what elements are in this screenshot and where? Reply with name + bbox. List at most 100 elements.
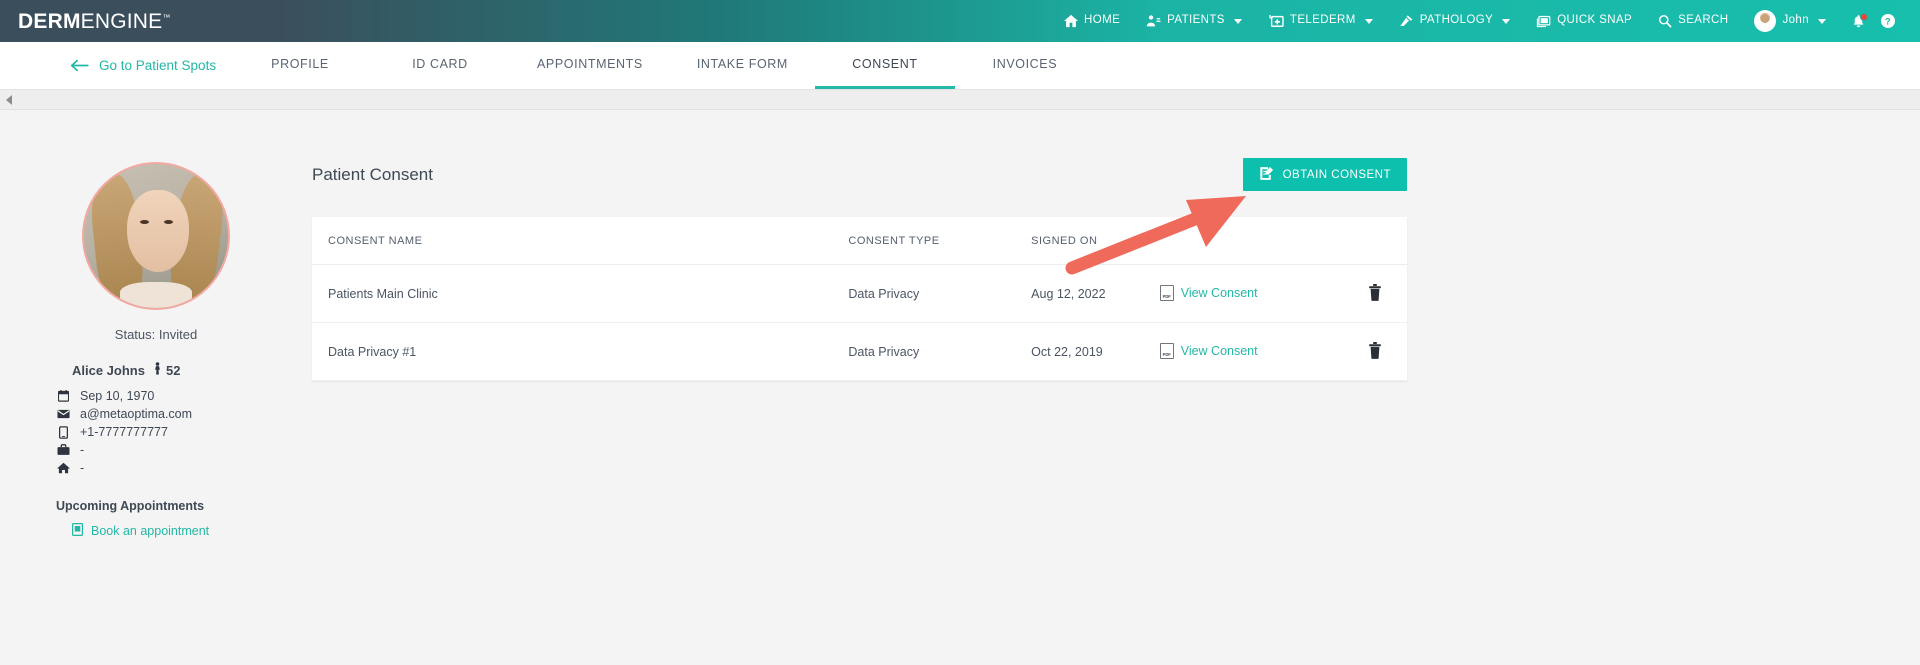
table-row[interactable]: Data Privacy #1 Data Privacy Oct 22, 201… <box>312 322 1407 381</box>
nav-item-home[interactable]: HOME <box>1051 0 1133 42</box>
help-icon: ? <box>1880 13 1896 29</box>
nav-label-telederm: TELEDERM <box>1289 14 1356 27</box>
tab-label: CONSENT <box>852 57 918 71</box>
user-menu[interactable]: John <box>1741 0 1839 42</box>
pdf-icon <box>1159 342 1174 359</box>
nav-label-pathology: PATHOLOGY <box>1419 14 1494 27</box>
consent-table-body: Patients Main Clinic Data Privacy Aug 12… <box>312 264 1407 381</box>
tabs: PROFILE ID CARD APPOINTMENTS INTAKE FORM… <box>230 42 1095 89</box>
patient-tab-bar: Go to Patient Spots PROFILE ID CARD APPO… <box>0 42 1920 90</box>
appointment-book-icon <box>71 522 84 539</box>
tab-intake-form[interactable]: INTAKE FORM <box>670 42 815 89</box>
cell-signed-on: Oct 22, 2019 <box>1031 322 1160 381</box>
calendar-icon <box>56 390 70 402</box>
obtain-consent-label: OBTAIN CONSENT <box>1282 168 1391 181</box>
cell-view-consent: View Consent <box>1159 322 1344 381</box>
patient-home: - <box>80 461 85 475</box>
table-row[interactable]: Patients Main Clinic Data Privacy Aug 12… <box>312 264 1407 323</box>
tab-profile[interactable]: PROFILE <box>230 42 370 89</box>
patient-work: - <box>80 443 85 457</box>
arrow-left-icon <box>70 59 89 72</box>
home-address-icon <box>56 462 70 474</box>
patient-home-row: - <box>56 459 256 477</box>
book-appointment-link[interactable]: Book an appointment <box>56 522 256 539</box>
camera-icon <box>1536 14 1551 28</box>
view-consent-label: View Consent <box>1180 285 1258 300</box>
notifications-button[interactable] <box>1839 0 1878 42</box>
upcoming-appointments-title: Upcoming Appointments <box>56 499 205 513</box>
patient-sidebar: Status: Invited Alice Johns 52 Sep 10, 1… <box>0 110 312 665</box>
table-header-row: CONSENT NAME CONSENT TYPE SIGNED ON <box>312 217 1407 265</box>
patient-email: a@metaoptima.com <box>80 407 193 421</box>
patient-info-block: Alice Johns 52 Sep 10, 1970 a@metaoptima… <box>56 362 256 539</box>
tab-label: PROFILE <box>271 57 329 71</box>
view-consent-label: View Consent <box>1180 343 1258 358</box>
delete-consent-button[interactable] <box>1368 342 1382 362</box>
nav-label-search: SEARCH <box>1678 14 1729 27</box>
logo-bold: DERM <box>18 9 81 33</box>
nav-item-patients[interactable]: PATIENTS <box>1133 0 1255 42</box>
chevron-down-icon <box>1364 18 1373 24</box>
nav-label-patients: PATIENTS <box>1167 14 1225 27</box>
nav-item-quick-snap[interactable]: QUICK SNAP <box>1523 0 1645 42</box>
pathology-icon <box>1399 14 1414 28</box>
patient-phone: +1-7777777777 <box>80 425 168 439</box>
tab-label: INTAKE FORM <box>696 57 788 71</box>
patient-name-row: Alice Johns 52 <box>56 362 256 378</box>
help-button[interactable]: ? <box>1878 0 1906 42</box>
tab-invoices[interactable]: INVOICES <box>955 42 1095 89</box>
patient-birthdate: Sep 10, 1970 <box>80 389 155 403</box>
user-name-label: John <box>1782 14 1809 27</box>
column-header-consent-type: CONSENT TYPE <box>848 217 1032 265</box>
chevron-down-icon <box>1502 18 1511 24</box>
patient-birthdate-row: Sep 10, 1970 <box>56 387 256 405</box>
cell-signed-on: Aug 12, 2022 <box>1031 264 1160 323</box>
nav-item-telederm[interactable]: TELEDERM <box>1255 0 1386 42</box>
patients-icon <box>1146 14 1161 28</box>
top-nav-items: HOME PATIENTS TELEDERM PATHOLOGY QUICK S… <box>1051 0 1920 42</box>
go-to-patient-spots-link[interactable]: Go to Patient Spots <box>0 42 230 89</box>
top-navigation-bar: DERMENGINE™ HOME PATIENTS TELEDERM PATHO… <box>0 0 1920 42</box>
cell-consent-type: Data Privacy <box>848 322 1032 381</box>
telederm-icon <box>1268 14 1284 28</box>
status-badge: Status: Invited <box>114 327 198 342</box>
logo-tm: ™ <box>162 12 171 22</box>
photo-eye-right <box>164 220 173 224</box>
patient-age: 52 <box>153 362 180 378</box>
document-edit-icon <box>1259 166 1274 184</box>
app-logo[interactable]: DERMENGINE™ <box>0 0 268 42</box>
logo-light: ENGINE <box>80 9 163 33</box>
photo-face <box>127 190 189 272</box>
tab-consent[interactable]: CONSENT <box>814 42 955 89</box>
nav-item-pathology[interactable]: PATHOLOGY <box>1386 0 1523 42</box>
obtain-consent-button[interactable]: OBTAIN CONSENT <box>1242 158 1407 191</box>
tab-appointments[interactable]: APPOINTMENTS <box>510 42 670 89</box>
cell-consent-name: Patients Main Clinic <box>312 264 849 323</box>
photo-eye-left <box>140 220 149 224</box>
cell-delete <box>1343 322 1407 381</box>
patient-name: Alice Johns <box>72 362 145 378</box>
consent-panel: Patient Consent OBTAIN CONSENT CONSENT N… <box>312 110 1920 665</box>
collapse-sidebar-icon[interactable] <box>6 94 12 105</box>
briefcase-icon <box>56 444 70 456</box>
search-icon <box>1658 14 1672 28</box>
consent-panel-inner: Patient Consent OBTAIN CONSENT CONSENT N… <box>312 158 1407 381</box>
nav-label-quick-snap: QUICK SNAP <box>1557 14 1633 27</box>
home-icon <box>1064 14 1079 28</box>
consent-table-head: CONSENT NAME CONSENT TYPE SIGNED ON <box>312 217 1407 265</box>
delete-consent-button[interactable] <box>1368 284 1382 304</box>
column-header-delete <box>1343 217 1407 265</box>
envelope-icon <box>56 409 70 419</box>
chevron-down-icon <box>1233 18 1242 24</box>
nav-item-search[interactable]: SEARCH <box>1645 0 1741 42</box>
trash-icon <box>1368 284 1382 304</box>
tab-id-card[interactable]: ID CARD <box>370 42 510 89</box>
trash-icon <box>1368 342 1382 362</box>
chevron-down-icon <box>1818 18 1826 24</box>
avatar <box>1754 10 1777 32</box>
cell-consent-name: Data Privacy #1 <box>312 322 849 381</box>
page-body: Status: Invited Alice Johns 52 Sep 10, 1… <box>0 110 1920 665</box>
view-consent-link[interactable]: View Consent <box>1159 342 1258 359</box>
nav-label-home: HOME <box>1084 14 1121 27</box>
view-consent-link[interactable]: View Consent <box>1159 284 1258 301</box>
